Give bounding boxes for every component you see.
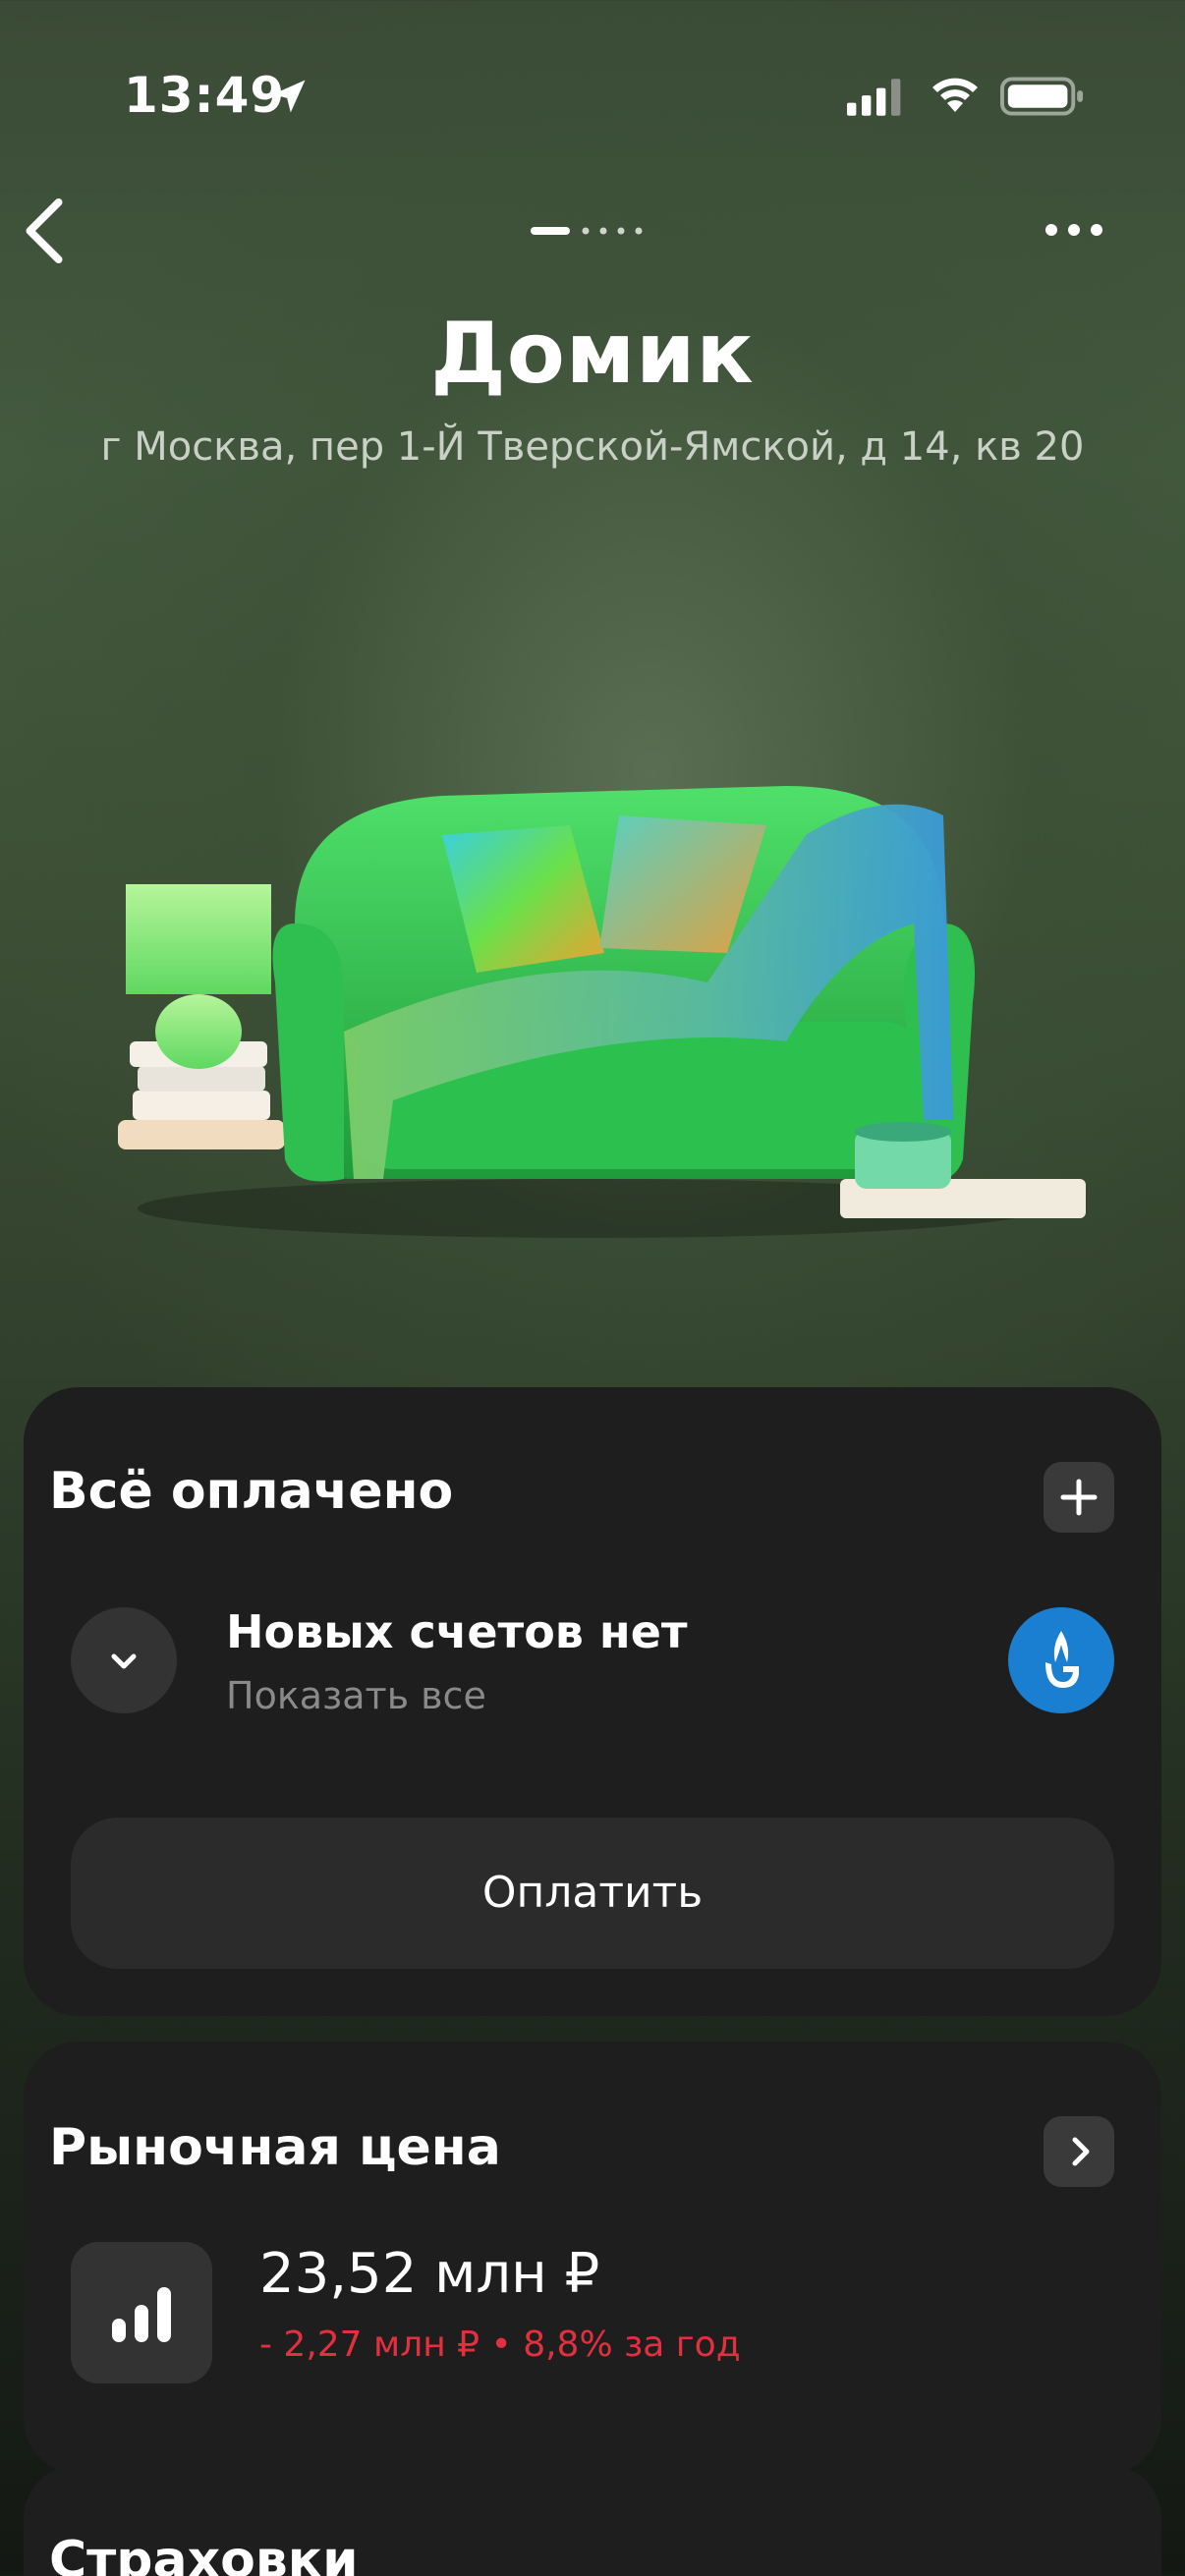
more-horizontal-icon[interactable] [1042, 218, 1106, 242]
bills-status-title: Новых счетов нет [226, 1605, 688, 1658]
chevron-right-icon [1072, 2137, 1090, 2166]
bar-chart-icon [112, 2287, 171, 2342]
stats-tile [71, 2242, 212, 2383]
status-bar: 13:49 [0, 0, 1185, 196]
market-price-change: - 2,27 млн ₽ • 8,8% за год [259, 2324, 741, 2365]
gazprom-logo-icon [1045, 1631, 1079, 1688]
location-arrow-icon [272, 80, 306, 113]
wifi-icon [932, 78, 978, 112]
add-bill-button[interactable] [1044, 1462, 1114, 1533]
back-chevron-icon[interactable] [20, 196, 71, 265]
chevron-down-icon [111, 1653, 137, 1669]
cellular-signal-icon [847, 79, 901, 116]
property-address: г Москва, пер 1-Й Тверской-Ямской, д 14,… [100, 424, 1085, 470]
open-market-price-button[interactable] [1044, 2116, 1114, 2187]
payments-card-title: Всё оплачено [49, 1462, 454, 1521]
provider-logo[interactable] [1008, 1607, 1114, 1713]
page-title: Домик [430, 305, 755, 403]
pay-button[interactable]: Оплатить [71, 1818, 1114, 1969]
battery-icon [1000, 77, 1084, 116]
market-price-title: Рыночная цена [49, 2118, 501, 2177]
status-time: 13:49 [124, 67, 286, 124]
plus-icon [1060, 1479, 1098, 1516]
expand-bills-button[interactable] [71, 1607, 177, 1713]
show-all-link[interactable]: Показать все [226, 1674, 486, 1717]
market-price-value: 23,52 млн ₽ [259, 2242, 600, 2306]
sofa-illustration [118, 786, 1086, 1238]
insurance-card-title: Страховки [49, 2531, 359, 2576]
page-indicator [531, 227, 643, 235]
